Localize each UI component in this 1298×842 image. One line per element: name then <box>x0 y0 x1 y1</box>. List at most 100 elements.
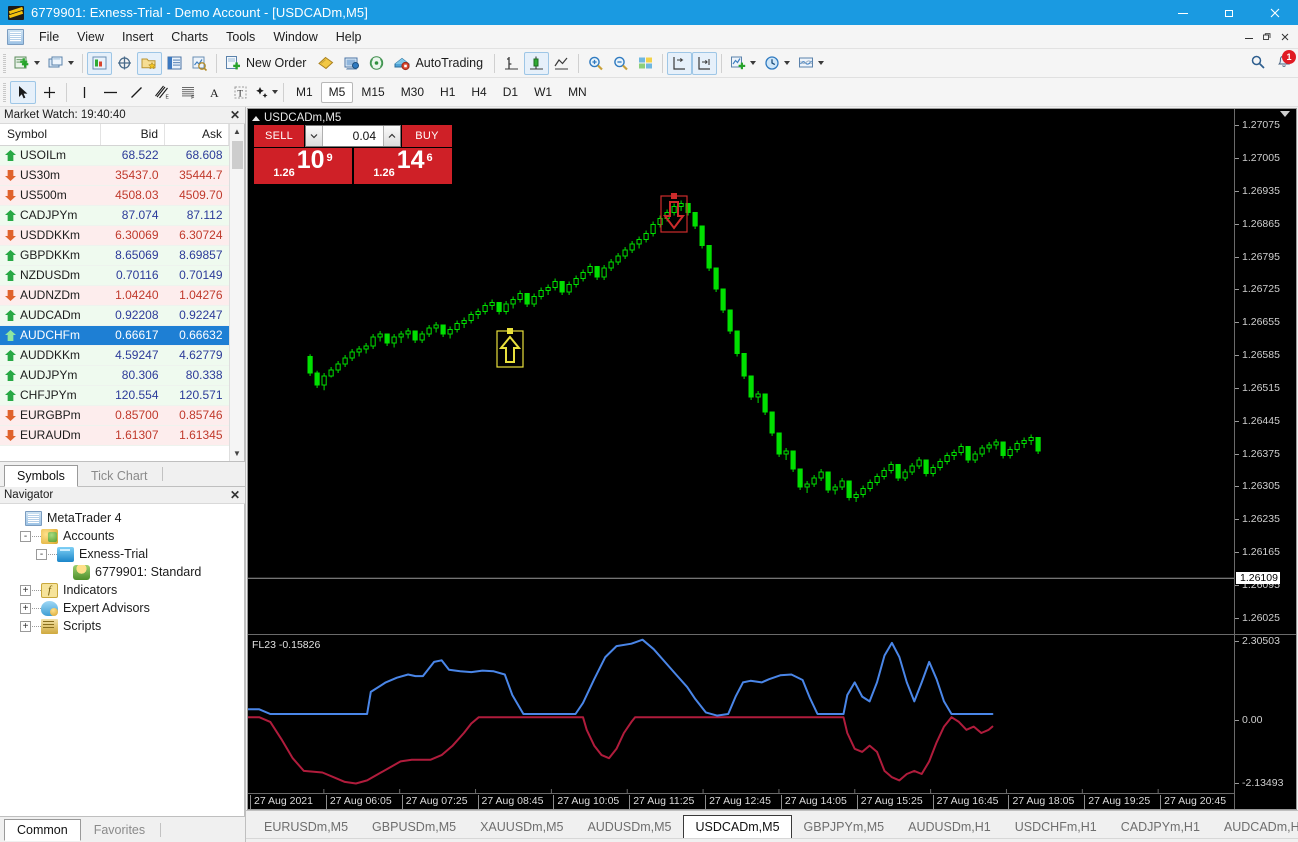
scroll-down-icon[interactable]: ▼ <box>230 446 245 461</box>
strategy-tester-button[interactable] <box>187 52 212 75</box>
sell-price-button[interactable]: 1.26 10 9 <box>254 148 352 184</box>
market-watch-row[interactable]: EURAUDm1.613071.61345 <box>0 425 229 445</box>
mdi-close-button[interactable] <box>1276 28 1294 45</box>
menu-tools[interactable]: Tools <box>217 27 264 47</box>
menu-help[interactable]: Help <box>327 27 371 47</box>
symbol-cell[interactable]: USOILm <box>0 145 101 165</box>
timeframe-m30[interactable]: M30 <box>393 82 432 103</box>
timeframe-m1[interactable]: M1 <box>288 82 321 103</box>
symbol-cell[interactable]: EURAUDm <box>0 425 101 445</box>
navigator-node[interactable]: -Exness-Trial <box>4 545 244 563</box>
window-minimize-button[interactable] <box>1160 0 1206 25</box>
expand-node-icon[interactable]: + <box>20 603 31 614</box>
market-watch-row[interactable]: US500m4508.034509.70 <box>0 185 229 205</box>
subwindow-separator[interactable] <box>248 634 1296 635</box>
market-watch-row[interactable]: AUDDKKm4.592474.62779 <box>0 345 229 365</box>
chart-window[interactable]: USDCADm,M5 SELL 0.04 <box>247 108 1297 810</box>
notification-bell-icon[interactable]: 1 <box>1276 54 1292 73</box>
fibonacci-tool-button[interactable]: F <box>175 81 201 104</box>
periods-button[interactable] <box>760 52 794 75</box>
navigator-node[interactable]: MetaTrader 4 <box>4 509 244 527</box>
price-axis[interactable]: 1.270751.270051.269351.268651.267951.267… <box>1234 109 1296 809</box>
volume-stepper[interactable]: 0.04 <box>305 125 401 147</box>
symbol-cell[interactable]: USDDKKm <box>0 225 101 245</box>
symbol-cell[interactable]: AUDCHFm <box>0 325 101 345</box>
text-label-tool-button[interactable]: T <box>227 81 253 104</box>
symbol-cell[interactable]: AUDJPYm <box>0 365 101 385</box>
bar-chart-button[interactable] <box>499 52 524 75</box>
menu-charts[interactable]: Charts <box>162 27 217 47</box>
collapse-node-icon[interactable]: - <box>20 531 31 542</box>
chevron-down-icon[interactable] <box>68 61 74 65</box>
timeframe-mn[interactable]: MN <box>560 82 595 103</box>
market-watch-row[interactable]: AUDJPYm80.30680.338 <box>0 365 229 385</box>
data-window-button[interactable] <box>112 52 137 75</box>
candlestick-chart-button[interactable] <box>524 52 549 75</box>
tab-tick-chart[interactable]: Tick Chart <box>78 464 161 486</box>
column-header-symbol[interactable]: Symbol <box>0 124 101 145</box>
scrollbar-thumb[interactable] <box>232 141 243 169</box>
menu-file[interactable]: File <box>30 27 68 47</box>
chart-tab[interactable]: USDCADm,M5 <box>683 815 791 838</box>
window-maximize-button[interactable] <box>1206 0 1252 25</box>
templates-button[interactable] <box>794 52 828 75</box>
trendline-tool-button[interactable] <box>123 81 149 104</box>
chevron-down-icon[interactable] <box>818 61 824 65</box>
market-watch-row[interactable]: NZDUSDm0.701160.70149 <box>0 265 229 285</box>
chart-tab[interactable]: GBPUSDm,M5 <box>360 814 468 838</box>
market-watch-row[interactable]: USOILm68.52268.608 <box>0 145 229 165</box>
cursor-tool-button[interactable] <box>10 81 36 104</box>
vertical-line-tool-button[interactable] <box>71 81 97 104</box>
horizontal-line-tool-button[interactable] <box>97 81 123 104</box>
new-chart-button[interactable] <box>10 52 44 75</box>
market-watch-row[interactable]: AUDNZDm1.042401.04276 <box>0 285 229 305</box>
zoom-out-button[interactable] <box>608 52 633 75</box>
market-watch-row[interactable]: CADJPYm87.07487.112 <box>0 205 229 225</box>
market-watch-row[interactable]: US30m35437.035444.7 <box>0 165 229 185</box>
expand-node-icon[interactable]: + <box>20 621 31 632</box>
autotrading-button[interactable]: AutoTrading <box>389 52 490 75</box>
volume-value[interactable]: 0.04 <box>323 129 383 143</box>
navigator-button[interactable] <box>137 52 162 75</box>
text-tool-button[interactable]: A <box>201 81 227 104</box>
market-watch-row[interactable]: GBPDKKm8.650698.69857 <box>0 245 229 265</box>
signals-button[interactable] <box>364 52 389 75</box>
symbol-cell[interactable]: US30m <box>0 165 101 185</box>
tab-favorites[interactable]: Favorites <box>81 819 158 841</box>
chevron-down-icon[interactable] <box>34 61 40 65</box>
scroll-up-icon[interactable]: ▲ <box>230 124 245 139</box>
market-watch-close-icon[interactable]: ✕ <box>230 108 240 122</box>
chevron-down-icon[interactable] <box>784 61 790 65</box>
collapse-node-icon[interactable]: - <box>36 549 47 560</box>
timeframe-m5[interactable]: M5 <box>321 82 354 103</box>
market-watch-row[interactable]: AUDCADm0.922080.92247 <box>0 305 229 325</box>
toolbar-grip[interactable] <box>3 54 6 73</box>
navigator-node[interactable]: +fIndicators <box>4 581 244 599</box>
profiles-button[interactable] <box>44 52 78 75</box>
chart-autoscroll-button[interactable] <box>692 52 717 75</box>
sell-button-label[interactable]: SELL <box>254 125 304 147</box>
timeframe-w1[interactable]: W1 <box>526 82 560 103</box>
mdi-minimize-button[interactable] <box>1240 28 1258 45</box>
time-axis[interactable]: 27 Aug 202127 Aug 06:0527 Aug 07:2527 Au… <box>248 793 1234 809</box>
tab-common[interactable]: Common <box>4 819 81 841</box>
mdi-restore-button[interactable] <box>1258 28 1276 45</box>
market-watch-scrollbar[interactable]: ▲ ▼ <box>229 124 244 461</box>
chart-tab[interactable]: EURUSDm,M5 <box>252 814 360 838</box>
chart-tab[interactable]: XAUUSDm,M5 <box>468 814 575 838</box>
volume-increment-icon[interactable] <box>383 126 400 146</box>
market-watch-row[interactable]: EURGBPm0.857000.85746 <box>0 405 229 425</box>
shapes-tool-button[interactable] <box>253 81 279 104</box>
new-order-button[interactable]: New Order <box>221 52 313 75</box>
timeframe-d1[interactable]: D1 <box>495 82 526 103</box>
symbol-cell[interactable]: AUDNZDm <box>0 285 101 305</box>
market-watch-row[interactable]: USDDKKm6.300696.30724 <box>0 225 229 245</box>
symbol-cell[interactable]: US500m <box>0 185 101 205</box>
tab-symbols[interactable]: Symbols <box>4 465 78 487</box>
buy-button-label[interactable]: BUY <box>402 125 452 147</box>
chevron-down-icon[interactable] <box>750 61 756 65</box>
chart-tab[interactable]: CADJPYm,H1 <box>1109 814 1212 838</box>
zoom-in-button[interactable] <box>583 52 608 75</box>
menu-window[interactable]: Window <box>264 27 326 47</box>
column-header-ask[interactable]: Ask <box>165 124 229 145</box>
